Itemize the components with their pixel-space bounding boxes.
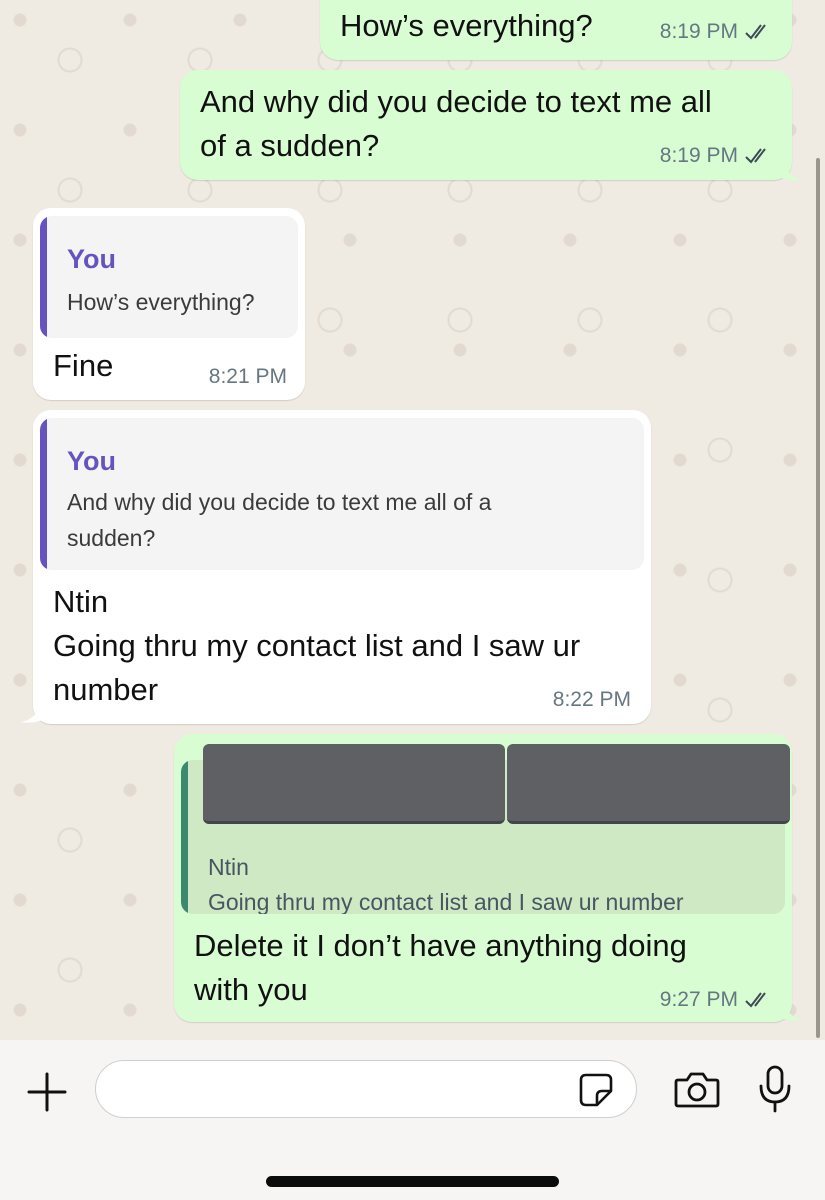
message-text-line: Delete it I don’t have anything doing: [194, 928, 687, 963]
quote-sender: Ntin: [208, 854, 249, 880]
incoming-message[interactable]: You And why did you decide to text me al…: [33, 410, 651, 724]
double-check-icon: [745, 148, 766, 164]
chat-scrollbar[interactable]: [816, 158, 820, 1038]
message-text: How’s everything?: [340, 8, 593, 43]
outgoing-message[interactable]: And why did you decide to text me all of…: [180, 70, 792, 180]
message-text-line: with you: [194, 972, 308, 1007]
message-text-line: And why did you decide to text me all: [200, 84, 712, 119]
outgoing-message[interactable]: Ntin Going thru my contact list and I sa…: [174, 734, 792, 1022]
quote-sender: You: [67, 446, 116, 476]
message-text-line: Ntin: [53, 584, 109, 619]
message-text: Fine: [53, 348, 114, 383]
outgoing-message[interactable]: How’s everything? 8:19 PM: [320, 0, 792, 60]
home-indicator[interactable]: [266, 1176, 559, 1187]
message-text-line: number: [53, 672, 159, 707]
double-check-icon: [745, 24, 766, 40]
camera-icon[interactable]: [673, 1070, 721, 1110]
message-meta: 8:19 PM: [660, 144, 772, 168]
message-text-line: of a sudden?: [200, 128, 380, 163]
redaction-block: [507, 744, 790, 824]
quote-text-line: sudden?: [67, 525, 156, 551]
quote-accent-bar: [181, 760, 188, 914]
microphone-icon[interactable]: [757, 1064, 793, 1114]
redaction-block: [203, 744, 505, 824]
message-text-line: Going thru my contact list and I saw ur: [53, 628, 581, 663]
quote-accent-bar: [40, 418, 47, 570]
quoted-message[interactable]: You And why did you decide to text me al…: [40, 418, 644, 570]
quoted-message[interactable]: You How’s everything?: [40, 216, 298, 338]
quote-accent-bar: [40, 216, 47, 338]
message-time: 8:19 PM: [659, 144, 738, 167]
sticker-icon[interactable]: [578, 1072, 614, 1108]
quote-text: How’s everything?: [67, 289, 255, 315]
bubble-tail: [20, 702, 42, 723]
plus-icon[interactable]: [26, 1071, 68, 1113]
message-meta: 8:19 PM: [660, 20, 772, 44]
double-check-icon: [745, 992, 766, 1008]
quote-text-line: And why did you decide to text me all of…: [67, 489, 492, 515]
message-time: 9:27 PM: [659, 988, 738, 1011]
message-time: 8:22 PM: [552, 688, 631, 711]
message-meta: 9:27 PM: [660, 988, 772, 1012]
bubble-tail: [782, 1000, 804, 1021]
bubble-tail: [782, 160, 804, 181]
quote-text: Going thru my contact list and I saw ur …: [208, 889, 684, 914]
incoming-message[interactable]: You How’s everything? Fine 8:21 PM: [33, 208, 305, 400]
message-input[interactable]: [95, 1060, 637, 1118]
message-time: 8:19 PM: [659, 20, 738, 43]
message-time: 8:21 PM: [208, 365, 287, 388]
quote-sender: You: [67, 244, 116, 274]
